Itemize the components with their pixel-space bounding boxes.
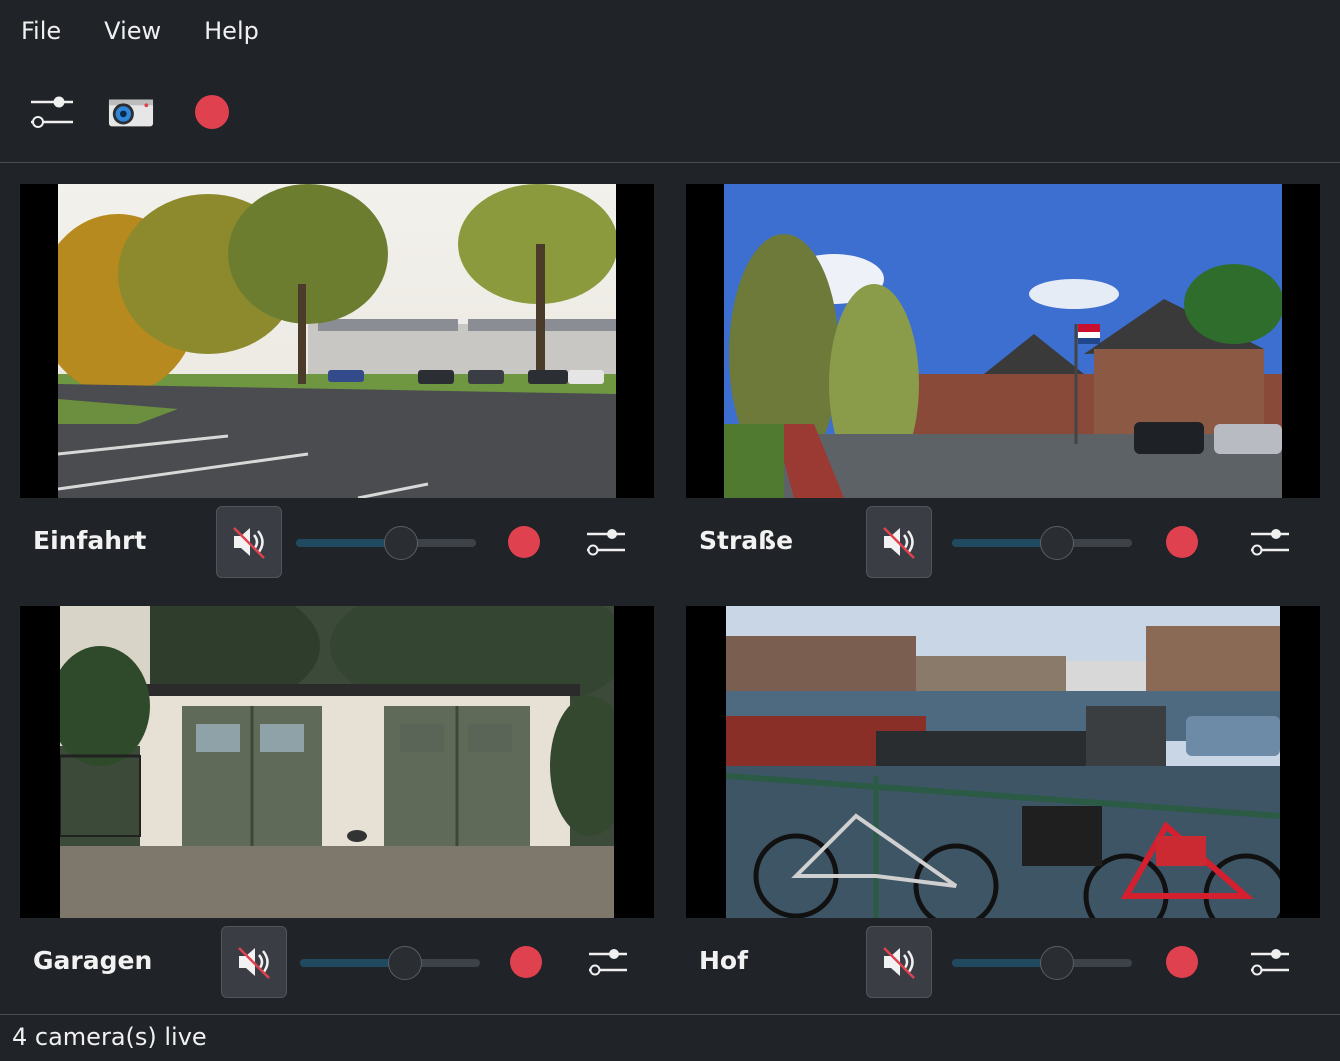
volume-slider[interactable] [952, 526, 1132, 560]
camera-settings-button[interactable] [1249, 942, 1291, 982]
camera-view[interactable] [686, 606, 1320, 918]
speaker-muted-icon [238, 947, 270, 979]
mute-button[interactable] [221, 926, 287, 998]
sliders-icon [31, 96, 73, 128]
speaker-muted-icon [883, 527, 915, 559]
record-button[interactable] [1166, 946, 1198, 978]
camera-controls: Hof [686, 926, 1320, 998]
record-button[interactable] [510, 946, 542, 978]
camera-name: Garagen [33, 946, 153, 975]
volume-slider-thumb[interactable] [384, 526, 419, 560]
camera-name: Einfahrt [33, 526, 147, 555]
record-all-button[interactable] [189, 90, 235, 134]
snapshot-button[interactable] [108, 90, 154, 134]
status-text: 4 camera(s) live [12, 1023, 207, 1051]
camera-name: Straße [699, 526, 794, 555]
record-button[interactable] [1166, 526, 1198, 558]
camera-feed-image [60, 606, 614, 918]
camera-view[interactable] [20, 184, 654, 498]
volume-slider[interactable] [952, 946, 1132, 980]
status-bar: 4 camera(s) live [0, 1014, 1340, 1061]
camera-view[interactable] [20, 606, 654, 918]
speaker-muted-icon [233, 527, 265, 559]
menu-file[interactable]: File [21, 17, 61, 45]
camera-settings-button[interactable] [1249, 522, 1291, 562]
camera-name: Hof [699, 946, 748, 975]
volume-slider[interactable] [296, 526, 476, 560]
speaker-muted-icon [883, 947, 915, 979]
volume-slider[interactable] [300, 946, 480, 980]
camera-feed-image [58, 184, 616, 498]
camera-feed-image [726, 606, 1280, 918]
toolbar [0, 62, 1340, 163]
camera-controls: Garagen [20, 926, 654, 998]
camera-settings-button[interactable] [587, 942, 629, 982]
camera-view[interactable] [686, 184, 1320, 498]
mute-button[interactable] [216, 506, 282, 578]
camera-controls: Straße [686, 506, 1320, 578]
mute-button[interactable] [866, 926, 932, 998]
mute-button[interactable] [866, 506, 932, 578]
camera-feed-image [724, 184, 1282, 498]
volume-slider-thumb[interactable] [388, 946, 423, 980]
menu-view[interactable]: View [104, 17, 161, 45]
sliders-icon [1251, 949, 1289, 976]
camera-controls: Einfahrt [20, 506, 654, 578]
volume-slider-thumb[interactable] [1040, 946, 1075, 980]
camera-settings-button[interactable] [585, 522, 627, 562]
menu-bar: File View Help [0, 0, 1340, 62]
menu-help[interactable]: Help [204, 17, 259, 45]
sliders-icon [589, 949, 627, 976]
volume-slider-thumb[interactable] [1040, 526, 1075, 560]
global-settings-button[interactable] [29, 90, 75, 134]
sliders-icon [1251, 529, 1289, 556]
sliders-icon [587, 529, 625, 556]
record-icon [195, 95, 229, 129]
camera-icon [108, 99, 154, 127]
record-button[interactable] [508, 526, 540, 558]
